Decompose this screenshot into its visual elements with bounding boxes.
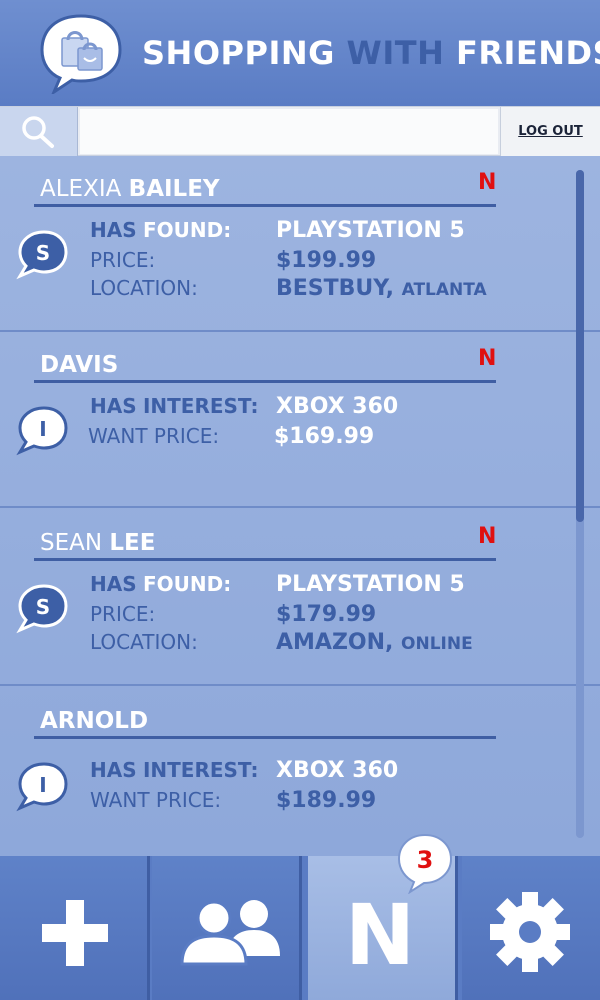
feed-card[interactable]: SEAN LEE N S HAS FOUND: PLAYSTATION 5 PRI… xyxy=(0,510,600,686)
svg-text:I: I xyxy=(39,417,46,441)
scrollbar-thumb[interactable] xyxy=(576,170,584,522)
app-title: SHOPPING WITH FRIENDS xyxy=(142,34,600,72)
has-interest-row: HAS INTEREST: XBOX 360 xyxy=(90,394,399,419)
search-button[interactable] xyxy=(0,107,78,156)
friend-name: ARNOLD xyxy=(40,708,149,734)
location-row: LOCATION: AMAZON, ONLINE xyxy=(90,630,473,655)
has-interest-row: HAS INTEREST: XBOX 360 xyxy=(90,758,399,783)
svg-text:S: S xyxy=(36,595,50,619)
plus-icon xyxy=(42,900,108,966)
tab-settings[interactable] xyxy=(462,856,600,1000)
name-underline xyxy=(34,204,496,207)
name-underline xyxy=(34,380,496,383)
found-speech-bubble-icon: S xyxy=(16,230,68,280)
friend-name: DAVIS xyxy=(40,352,119,378)
location-row: LOCATION: BESTBUY, ATLANTA xyxy=(90,276,487,301)
friends-icon xyxy=(180,900,280,966)
name-underline xyxy=(34,736,496,739)
feed-card[interactable]: ARNOLD I HAS INTEREST: XBOX 360 WANT PRIC… xyxy=(0,688,600,856)
svg-text:N: N xyxy=(345,886,415,984)
price-row: PRICE: $179.99 xyxy=(90,602,377,627)
shopping-bag-logo-icon xyxy=(40,14,122,94)
found-speech-bubble-icon: S xyxy=(16,584,68,634)
notification-count: 3 xyxy=(416,846,434,874)
new-badge: N xyxy=(478,346,497,371)
svg-text:S: S xyxy=(36,241,50,265)
logout-link[interactable]: LOG OUT xyxy=(500,107,600,156)
search-input[interactable] xyxy=(80,109,498,154)
search-bar: LOG OUT xyxy=(0,106,600,156)
want-price-row: WANT PRICE: $169.99 xyxy=(88,424,375,449)
feed-card[interactable]: ALEXIA BAILEY N S HAS FOUND: PLAYSTATION … xyxy=(0,156,600,332)
name-underline xyxy=(34,558,496,561)
friends-activity-feed: ALEXIA BAILEY N S HAS FOUND: PLAYSTATION … xyxy=(0,156,600,856)
tab-add[interactable] xyxy=(0,856,150,1000)
has-found-row: HAS FOUND: PLAYSTATION 5 xyxy=(90,572,465,597)
interest-speech-bubble-icon: I xyxy=(16,762,68,812)
feed-card[interactable]: DAVIS N I HAS INTEREST: XBOX 360 WANT PRI… xyxy=(0,332,600,508)
bottom-tab-bar: N xyxy=(0,856,600,1000)
search-icon xyxy=(22,116,54,148)
feed-scrollbar[interactable] xyxy=(576,170,584,838)
friend-name: SEAN LEE xyxy=(40,530,156,556)
want-price-row: WANT PRICE: $189.99 xyxy=(90,788,377,813)
price-row: PRICE: $199.99 xyxy=(90,248,377,273)
app-header: SHOPPING WITH FRIENDS xyxy=(0,0,600,106)
new-badge: N xyxy=(478,524,497,549)
friend-name: ALEXIA BAILEY xyxy=(40,176,220,202)
has-found-row: HAS FOUND: PLAYSTATION 5 xyxy=(90,218,465,243)
tab-friends[interactable] xyxy=(152,856,302,1000)
interest-speech-bubble-icon: I xyxy=(16,406,68,456)
gear-icon xyxy=(490,892,570,972)
new-badge: N xyxy=(478,170,497,195)
svg-text:I: I xyxy=(39,773,46,797)
